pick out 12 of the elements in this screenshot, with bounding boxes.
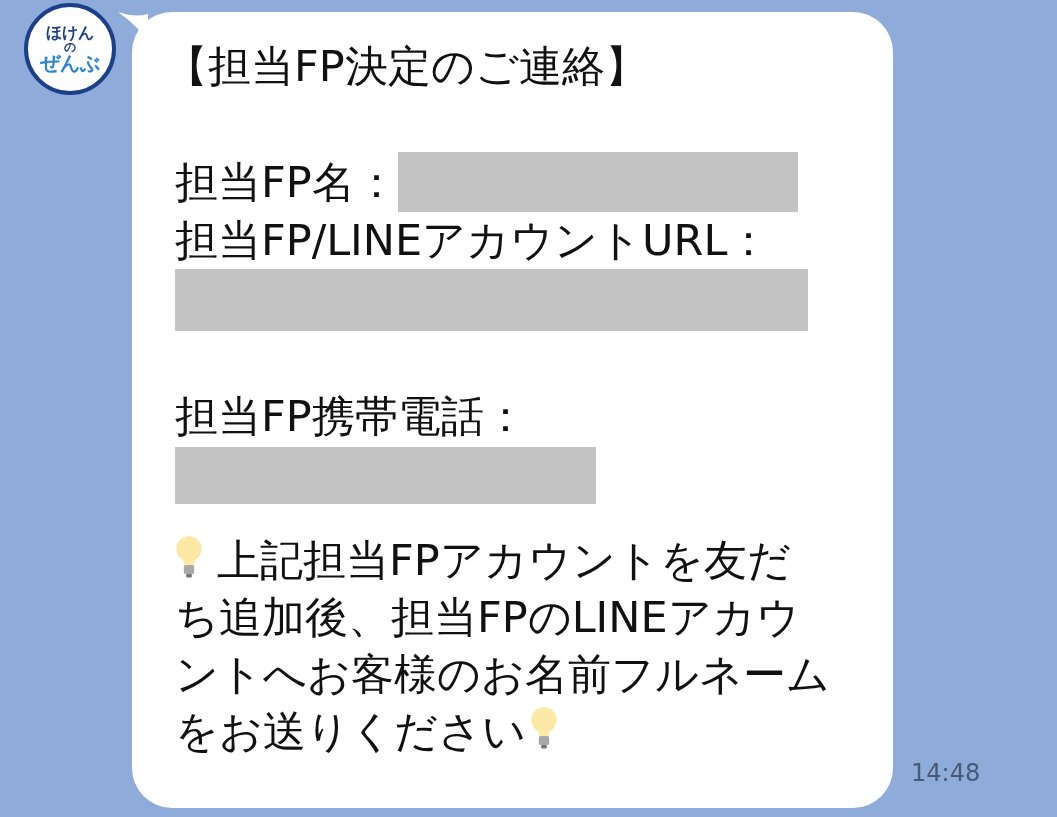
field-label: 担当FP携帯電話： <box>175 390 527 443</box>
field-label: 担当FP/LINEアカウントURL： <box>175 214 771 267</box>
light-bulb-icon <box>530 706 558 752</box>
field-label: 担当FP名： <box>175 155 398 209</box>
note-text: 上記担当FPアカウントを友だち追加後、担当FPのLINEアカウントへお客様のお名前フルネームをお送りください <box>175 534 830 758</box>
message-time: 14:48 <box>911 758 981 789</box>
logo-text: の <box>64 41 76 53</box>
logo-text: ぜんぶ <box>40 53 100 73</box>
avatar[interactable]: ほけん の ぜんぶ <box>24 3 116 95</box>
logo-text: ほけん <box>46 25 94 41</box>
message-heading: 【担当FP決定のご連絡】 <box>165 40 649 93</box>
light-bulb-icon <box>175 535 203 581</box>
